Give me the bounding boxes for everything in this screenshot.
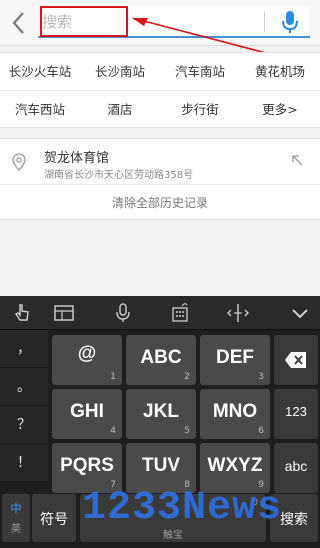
- key-label: DEF: [216, 347, 254, 368]
- history-item-address: 湖南省长沙市天心区劳动路358号: [44, 170, 194, 181]
- key-number: 4: [110, 426, 116, 436]
- key-number: 1: [110, 372, 116, 382]
- key-label: PQRS: [60, 455, 114, 476]
- location-pin-icon: [12, 153, 26, 171]
- key-label: MNO: [212, 401, 258, 422]
- key-5[interactable]: JKL 5: [126, 389, 196, 439]
- key-4[interactable]: GHI 4: [52, 389, 122, 439]
- back-arrow-icon: [12, 12, 24, 34]
- key-number: 5: [184, 426, 190, 436]
- quick-tags-row: 汽车西站 酒店 步行街 更多>: [0, 91, 320, 129]
- symbol-key[interactable]: ，: [0, 330, 48, 368]
- key-number: 6: [258, 426, 264, 436]
- fill-query-arrow-icon[interactable]: [290, 153, 304, 167]
- layout-switch-icon[interactable]: [52, 301, 76, 325]
- key-number: 3: [258, 372, 264, 382]
- back-button[interactable]: [6, 8, 32, 38]
- cursor-move-icon[interactable]: [226, 301, 250, 325]
- key-label: abc: [284, 458, 308, 474]
- quick-tag[interactable]: 黄花机场: [240, 53, 320, 91]
- key-label: 符号: [40, 512, 68, 528]
- lang-chinese-label: 中: [10, 502, 22, 515]
- symbol-key[interactable]: 。: [0, 368, 48, 406]
- key-number: 2: [184, 372, 190, 382]
- quick-tag[interactable]: 汽车南站: [160, 53, 240, 91]
- quick-tags-panel: 长沙火车站 长沙南站 汽车南站 黄花机场 汽车西站 酒店 步行街 更多>: [0, 52, 320, 128]
- backspace-key[interactable]: [274, 335, 318, 385]
- quick-tag[interactable]: 汽车西站: [0, 91, 80, 129]
- quick-tags-row: 长沙火车站 长沙南站 汽车南站 黄花机场: [0, 53, 320, 91]
- key-label: GHI: [70, 401, 104, 422]
- search-history-panel: 贺龙体育馆 湖南省长沙市天心区劳动路358号 清除全部历史记录: [0, 138, 320, 220]
- symbol-key[interactable]: ？: [0, 406, 48, 444]
- quick-tag[interactable]: 长沙南站: [80, 53, 160, 91]
- key-label: WXYZ: [207, 455, 263, 476]
- number-mode-key[interactable]: 123: [274, 389, 318, 439]
- backspace-icon: [285, 352, 306, 368]
- key-1[interactable]: @ 1: [52, 335, 122, 385]
- lang-english-label: 英: [11, 524, 21, 535]
- keyboard-microphone-icon[interactable]: [111, 301, 135, 325]
- search-divider: [264, 12, 265, 32]
- quick-tag[interactable]: 酒店: [80, 91, 160, 129]
- key-2[interactable]: ABC 2: [126, 335, 196, 385]
- gesture-icon[interactable]: [10, 301, 34, 325]
- history-item[interactable]: 贺龙体育馆 湖南省长沙市天心区劳动路358号: [0, 139, 320, 185]
- microphone-icon: [282, 11, 298, 33]
- watermark: 1233News: [82, 486, 283, 531]
- key-label: ABC: [140, 347, 182, 368]
- annotation-highlight-box: [40, 6, 128, 37]
- voice-search-button[interactable]: [278, 8, 302, 36]
- key-3[interactable]: DEF 3: [200, 335, 270, 385]
- key-6[interactable]: MNO 6: [200, 389, 270, 439]
- history-item-name: 贺龙体育馆: [44, 151, 110, 166]
- key-label: JKL: [143, 401, 179, 422]
- key-label: TUV: [142, 455, 180, 476]
- key-label: 123: [285, 404, 307, 419]
- symbol-column: ， 。 ？ ！: [0, 330, 48, 482]
- quick-tag[interactable]: 步行街: [160, 91, 240, 129]
- clear-history-button[interactable]: 清除全部历史记录: [0, 186, 320, 220]
- collapse-keyboard-icon[interactable]: [288, 301, 312, 325]
- more-tags-link[interactable]: 更多>: [240, 91, 320, 129]
- symbol-mode-key[interactable]: 符号: [32, 494, 76, 542]
- keyboard-toolbar: [0, 296, 320, 330]
- quick-tag[interactable]: 长沙火车站: [0, 53, 80, 91]
- numpad-icon[interactable]: [168, 301, 192, 325]
- symbol-key[interactable]: ！: [0, 444, 48, 482]
- language-switch-key[interactable]: 中 英: [2, 494, 30, 542]
- key-label: @: [77, 343, 97, 364]
